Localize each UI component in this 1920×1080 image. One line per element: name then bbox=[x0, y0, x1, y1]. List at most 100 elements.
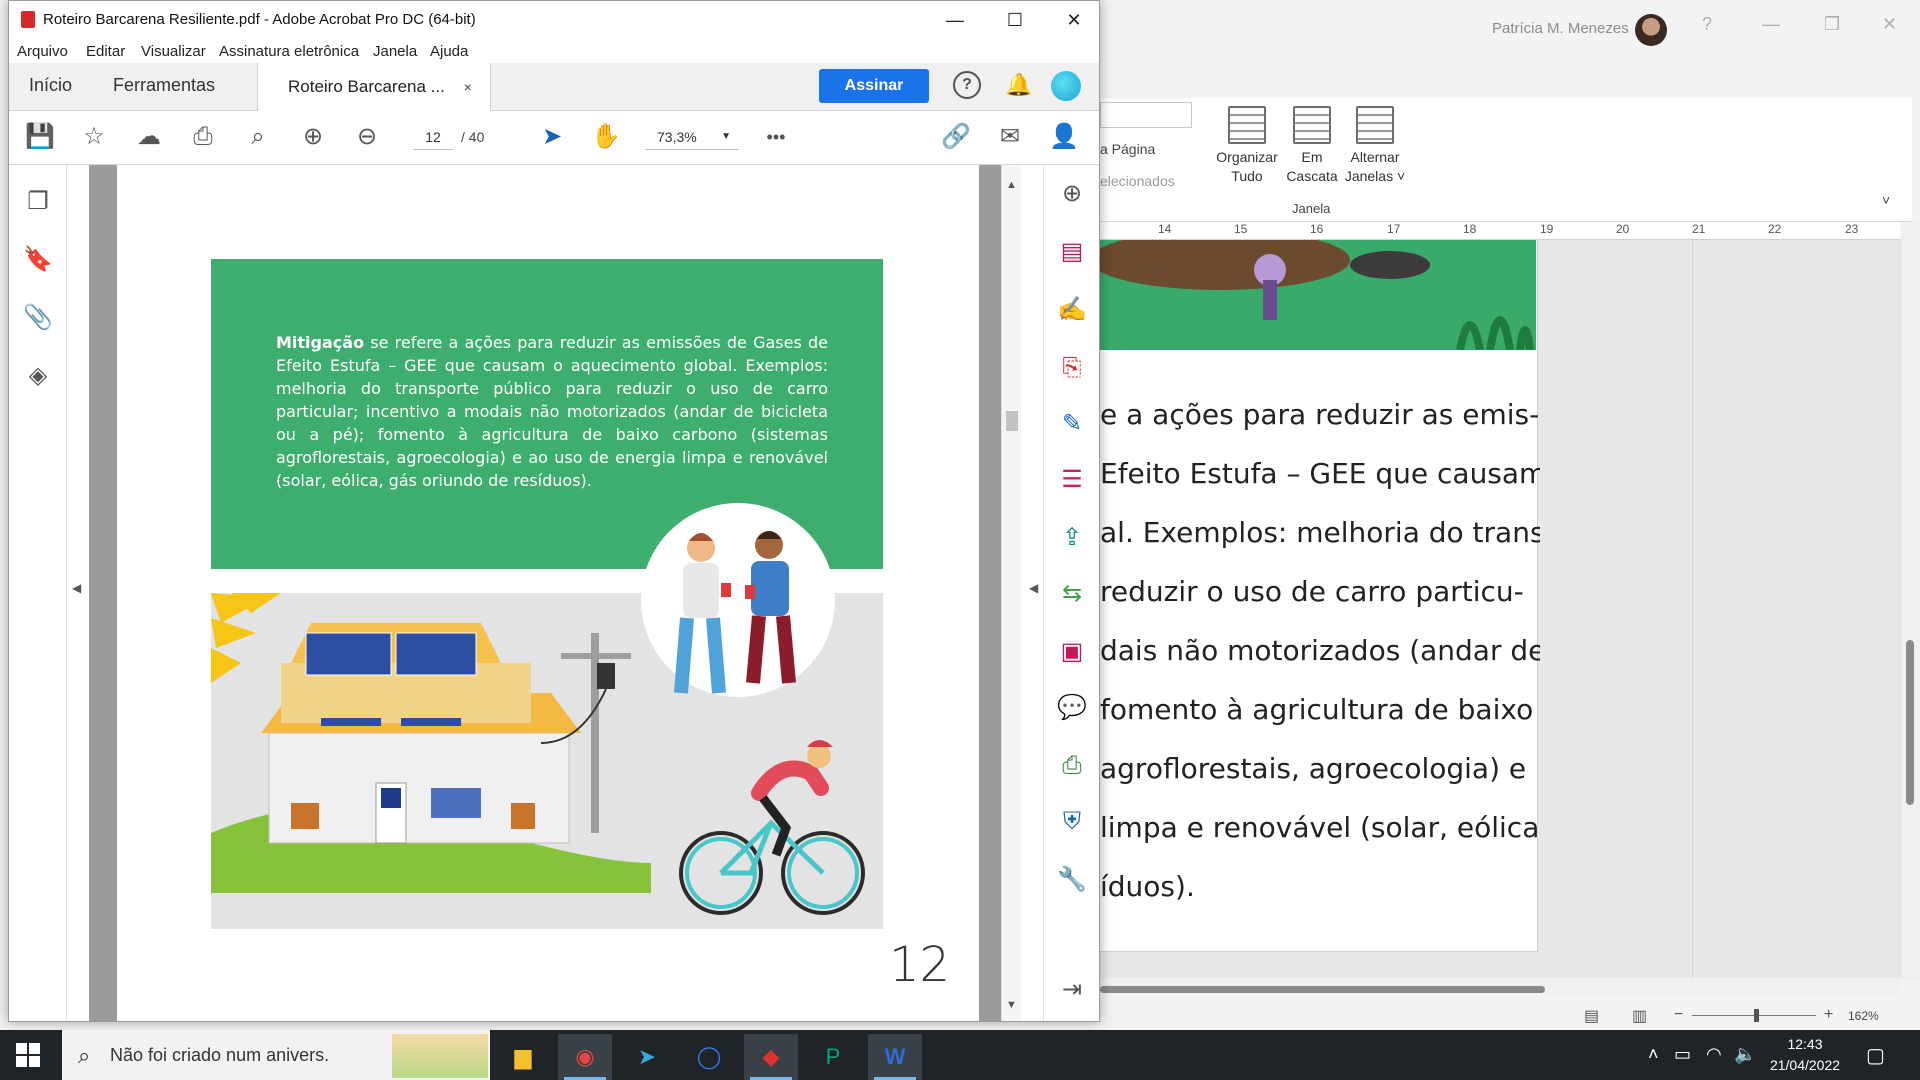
search-icon: ⌕ bbox=[78, 1043, 91, 1068]
telegram-icon[interactable]: ➤ bbox=[620, 1034, 674, 1080]
user-avatar[interactable] bbox=[1635, 14, 1667, 46]
email-icon[interactable]: ✉ bbox=[995, 122, 1025, 152]
file-explorer-icon[interactable]: ▆ bbox=[496, 1034, 550, 1080]
page-thumbnails-icon[interactable]: ❐ bbox=[23, 187, 53, 217]
previous-page-icon[interactable]: ⊕ bbox=[298, 122, 328, 152]
zoom-level[interactable]: 162% bbox=[1848, 1009, 1879, 1023]
more-tools-icon[interactable]: ••• bbox=[761, 122, 791, 152]
creative-cloud-icon[interactable] bbox=[1051, 71, 1081, 101]
add-user-icon[interactable]: 👤 bbox=[1049, 122, 1079, 152]
mitigation-body: se refere a ações para reduzir as emissõ… bbox=[276, 333, 828, 490]
expand-panel-icon[interactable]: ⇥ bbox=[1055, 973, 1089, 1007]
attachment-icon[interactable]: 📎 bbox=[23, 303, 53, 333]
wifi-icon[interactable]: ◠ bbox=[1706, 1044, 1722, 1065]
bookmark-icon[interactable]: 🔖 bbox=[23, 245, 53, 275]
protect-document-icon[interactable]: ▣ bbox=[1055, 635, 1089, 669]
battery-icon[interactable]: ▭ bbox=[1674, 1044, 1691, 1065]
search-text: Não foi criado num anivers. bbox=[110, 1045, 330, 1065]
ribbon-combo[interactable] bbox=[1100, 102, 1192, 128]
menu-item-ajuda[interactable]: Ajuda bbox=[430, 43, 468, 60]
fill-sign-icon[interactable]: ✍ bbox=[1055, 293, 1089, 327]
tab-inicio[interactable]: Início bbox=[29, 75, 72, 96]
collapse-right-icon[interactable]: ◀ bbox=[1029, 581, 1038, 595]
create-pdf-icon[interactable]: ⎘ bbox=[1055, 351, 1089, 385]
taskbar-search[interactable]: ⌕ Não foi criado num anivers. bbox=[62, 1030, 490, 1080]
switch-windows-button[interactable]: Alternar Janelas ˅ bbox=[1335, 106, 1415, 186]
export-pdf-icon[interactable]: ▤ bbox=[1055, 235, 1089, 269]
chrome-icon[interactable]: ◉ bbox=[558, 1034, 612, 1080]
help-icon[interactable]: ? bbox=[953, 71, 981, 99]
publisher-icon[interactable]: P bbox=[806, 1034, 860, 1080]
acrobat-taskbar-icon[interactable]: ◆ bbox=[744, 1034, 798, 1080]
select-cursor-icon[interactable]: ➤ bbox=[537, 122, 567, 152]
signal-icon[interactable]: ◯ bbox=[682, 1034, 736, 1080]
collapse-left-icon[interactable]: ◀ bbox=[72, 581, 81, 595]
word-document-text[interactable]: e a ações para reduzir as emis- Efeito E… bbox=[1100, 385, 1540, 916]
ruler-tick: 18 bbox=[1463, 222, 1477, 236]
hand-tool-icon[interactable]: ✋ bbox=[591, 122, 621, 152]
word-horizontal-scroll-thumb[interactable] bbox=[1100, 986, 1545, 993]
scroll-thumb[interactable] bbox=[1006, 411, 1018, 431]
tray-chevron-icon[interactable]: ˄ bbox=[1648, 1044, 1659, 1065]
volume-icon[interactable]: 🔈 bbox=[1734, 1044, 1756, 1065]
zoom-select[interactable]: 73,3% ▼ bbox=[645, 124, 739, 150]
restore-icon[interactable]: ❐ bbox=[1824, 14, 1840, 35]
doc-line: íduos). bbox=[1100, 870, 1195, 903]
send-for-review-icon[interactable]: ⇪ bbox=[1055, 521, 1089, 555]
notification-center-icon[interactable]: ▢ bbox=[1866, 1043, 1885, 1068]
compare-files-icon[interactable]: ⇆ bbox=[1055, 577, 1089, 611]
word-page-edge bbox=[1692, 240, 1693, 978]
arrange-all-icon bbox=[1228, 106, 1266, 144]
maximize-icon[interactable]: ☐ bbox=[992, 7, 1038, 33]
close-icon[interactable]: ✕ bbox=[1882, 14, 1897, 35]
menu-item-editar[interactable]: Editar bbox=[86, 43, 125, 60]
zoom-in-icon[interactable]: + bbox=[1824, 1006, 1833, 1024]
scroll-down-icon[interactable]: ▼ bbox=[1006, 999, 1017, 1011]
upload-cloud-icon[interactable]: ☁ bbox=[134, 122, 164, 152]
more-tools-wrench-icon[interactable]: 🔧 bbox=[1055, 863, 1089, 897]
tab-document[interactable]: Roteiro Barcarena ... × bbox=[257, 63, 491, 111]
star-icon[interactable]: ☆ bbox=[79, 122, 109, 152]
menu-item-assinatura[interactable]: Assinatura eletrônica bbox=[219, 43, 359, 60]
word-vertical-scrollbar[interactable] bbox=[1902, 222, 1920, 982]
document-scrollbar[interactable]: ▲ ▼ bbox=[1001, 165, 1021, 1021]
menu-item-visualizar[interactable]: Visualizar bbox=[141, 43, 206, 60]
comment-icon[interactable]: 💬 bbox=[1055, 691, 1089, 725]
word-vertical-scroll-thumb[interactable] bbox=[1906, 640, 1914, 805]
share-link-icon[interactable]: 🔗 bbox=[941, 122, 971, 152]
menu-item-arquivo[interactable]: Arquivo bbox=[17, 43, 68, 60]
close-icon[interactable]: ✕ bbox=[1051, 7, 1097, 33]
minimize-icon[interactable]: — bbox=[1762, 14, 1780, 35]
save-icon[interactable]: 💾 bbox=[25, 122, 55, 152]
clock[interactable]: 12:43 21/04/2022 bbox=[1762, 1034, 1848, 1076]
edit-pdf-icon[interactable]: ✎ bbox=[1055, 407, 1089, 441]
print-production-icon[interactable]: ⎙ bbox=[1055, 749, 1089, 783]
page-number-input[interactable]: 12 bbox=[413, 124, 453, 150]
tab-close-icon[interactable]: × bbox=[464, 79, 472, 95]
zoom-search-icon[interactable]: ⌕ bbox=[243, 122, 273, 152]
windows-start-icon[interactable] bbox=[16, 1043, 40, 1067]
layers-icon[interactable]: ◈ bbox=[23, 361, 53, 391]
ribbon-collapse-icon[interactable]: ˅ bbox=[1882, 192, 1890, 208]
word-user-name[interactable]: Patrícia M. Menezes bbox=[1492, 20, 1629, 37]
menu-item-janela[interactable]: Janela bbox=[373, 43, 417, 60]
doc-line: Efeito Estufa – GEE que causam o bbox=[1100, 457, 1540, 490]
organize-pages-icon[interactable]: ☰ bbox=[1055, 463, 1089, 497]
word-taskbar-icon[interactable]: W bbox=[868, 1034, 922, 1080]
scroll-up-icon[interactable]: ▲ bbox=[1006, 179, 1017, 191]
sign-button[interactable]: Assinar bbox=[819, 69, 929, 103]
zoom-slider-thumb[interactable] bbox=[1754, 1009, 1759, 1022]
read-mode-icon[interactable]: ▤ bbox=[1584, 1006, 1599, 1026]
minimize-icon[interactable]: — bbox=[932, 7, 978, 33]
shield-icon[interactable]: ⛨ bbox=[1055, 805, 1089, 839]
help-icon[interactable]: ? bbox=[1702, 14, 1712, 35]
print-icon[interactable]: ⎙ bbox=[188, 122, 218, 152]
next-page-icon[interactable]: ⊖ bbox=[352, 122, 382, 152]
zoom-in-tool-icon[interactable]: ⊕ bbox=[1055, 177, 1089, 211]
tab-ferramentas[interactable]: Ferramentas bbox=[113, 75, 215, 96]
notification-bell-icon[interactable]: 🔔 bbox=[1005, 73, 1032, 97]
word-document-image[interactable] bbox=[1100, 240, 1536, 350]
zoom-out-icon[interactable]: − bbox=[1674, 1006, 1683, 1024]
ribbon-page-label[interactable]: a Página bbox=[1100, 141, 1155, 157]
print-layout-icon[interactable]: ▥ bbox=[1632, 1006, 1647, 1026]
